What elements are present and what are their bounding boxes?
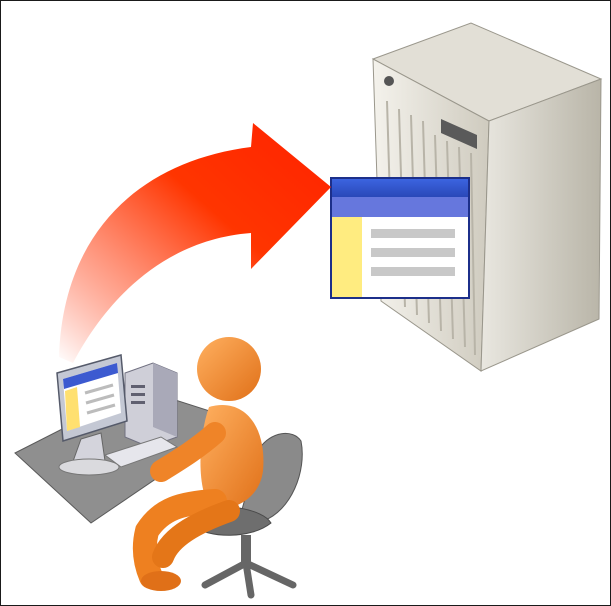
diagram-frame — [0, 0, 611, 606]
upload-arrow-icon — [59, 123, 331, 363]
web-page-window-icon — [330, 177, 470, 299]
upload-illustration — [14, 22, 603, 599]
